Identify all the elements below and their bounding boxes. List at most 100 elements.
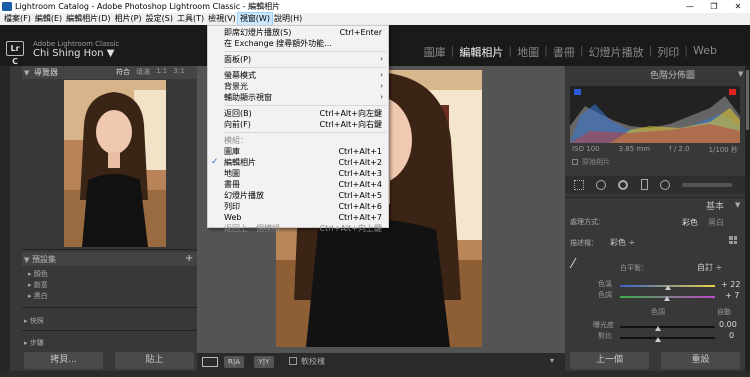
spot-removal-icon[interactable] bbox=[596, 180, 606, 190]
softproof-checkbox[interactable] bbox=[289, 357, 297, 365]
app-name: Adobe Lightroom Classic bbox=[33, 40, 120, 48]
treatment-label: 處理方式： bbox=[570, 218, 605, 226]
left-edge-strip[interactable] bbox=[0, 66, 10, 371]
menu-view[interactable]: 檢視(V) bbox=[206, 13, 238, 25]
temp-value[interactable]: + 22 bbox=[721, 280, 740, 289]
scrollbar-thumb[interactable] bbox=[746, 70, 749, 130]
treatment-bw[interactable]: 黑白 bbox=[708, 217, 724, 228]
menu-item-shortcut: Ctrl+Alt+向右鍵 bbox=[319, 120, 382, 129]
exposure-thumb[interactable] bbox=[655, 326, 661, 331]
clipping-shadow-icon[interactable] bbox=[574, 89, 581, 95]
zoom-fill[interactable]: 填滿 bbox=[136, 67, 150, 77]
window-menu-item[interactable]: 背景光 › bbox=[208, 81, 388, 92]
crop-tool-icon[interactable] bbox=[574, 180, 584, 190]
clipping-highlight-icon[interactable] bbox=[729, 89, 736, 95]
preset-group[interactable]: ▸ 黑白 bbox=[28, 291, 48, 301]
menu-item-label: Web bbox=[224, 213, 242, 222]
module-web[interactable]: Web bbox=[688, 44, 722, 60]
profile-select[interactable]: 彩色 ÷ bbox=[610, 237, 635, 248]
original-photo-checkbox[interactable] bbox=[572, 159, 578, 165]
module-slideshow[interactable]: 幻燈片播放 bbox=[584, 44, 649, 60]
window-menu-item[interactable]: 螢幕模式 › bbox=[208, 70, 388, 81]
collapse-icon[interactable]: ▼ bbox=[24, 256, 29, 264]
eyedropper-icon[interactable]: ⁄ bbox=[572, 257, 584, 273]
before-after-split-icon[interactable]: Y|Y bbox=[254, 356, 274, 368]
profile-browser-icon[interactable] bbox=[729, 236, 737, 244]
window-menu-item[interactable]: 圖庫 Ctrl+Alt+1 bbox=[208, 146, 388, 157]
exposure-track[interactable] bbox=[620, 326, 715, 328]
tint-thumb[interactable] bbox=[664, 296, 670, 301]
window-menu-item[interactable]: 在 Exchange 搜尋額外功能... bbox=[208, 38, 388, 49]
module-develop[interactable]: 編輯相片 bbox=[454, 44, 508, 60]
menu-item-shortcut: Ctrl+Alt+2 bbox=[338, 158, 382, 167]
graduated-filter-icon[interactable] bbox=[641, 179, 648, 190]
radial-filter-icon[interactable] bbox=[660, 180, 670, 190]
maximize-icon[interactable]: ❐ bbox=[702, 0, 726, 13]
menu-tools[interactable]: 工具(T) bbox=[175, 13, 206, 25]
menu-item-shortcut: Ctrl+Alt+向上鍵 bbox=[319, 224, 382, 233]
window-menu-item[interactable]: 返回(B) Ctrl+Alt+向左鍵 bbox=[208, 108, 388, 119]
lrc-logo: Lr C bbox=[6, 41, 24, 66]
window-menu-item[interactable]: 向前(F) Ctrl+Alt+向右鍵 bbox=[208, 119, 388, 130]
right-scrollbar[interactable] bbox=[745, 66, 750, 371]
navigator-preview[interactable] bbox=[64, 80, 166, 247]
auto-tone-button[interactable]: 自動 bbox=[717, 307, 731, 317]
copy-button[interactable]: 拷貝... bbox=[24, 352, 103, 369]
add-preset-icon[interactable]: + bbox=[185, 253, 193, 264]
close-icon[interactable]: ✕ bbox=[726, 0, 750, 13]
histogram-title[interactable]: 色階分佈圖 bbox=[650, 68, 695, 81]
contrast-track[interactable] bbox=[620, 337, 715, 339]
red-eye-icon[interactable] bbox=[618, 180, 628, 190]
tint-value[interactable]: + 7 bbox=[725, 291, 739, 300]
histogram[interactable] bbox=[570, 86, 740, 143]
window-menu-item[interactable]: Web Ctrl+Alt+7 bbox=[208, 212, 388, 223]
module-book[interactable]: 書冊 bbox=[548, 44, 580, 60]
zoom-fit[interactable]: 符合 bbox=[116, 67, 130, 77]
menu-edit[interactable]: 編輯(E) bbox=[33, 13, 64, 25]
module-library[interactable]: 圖庫 bbox=[419, 44, 451, 60]
menu-item-shortcut: Ctrl+Alt+向左鍵 bbox=[319, 109, 382, 118]
zoom-3-1[interactable]: 3:1 bbox=[173, 67, 184, 77]
menu-photo[interactable]: 相片(P) bbox=[113, 13, 144, 25]
before-after-icon[interactable]: R|A bbox=[224, 356, 244, 368]
exposure-value[interactable]: 0.00 bbox=[719, 320, 737, 329]
window-menu-item[interactable]: 地圖 Ctrl+Alt+3 bbox=[208, 168, 388, 179]
basic-title[interactable]: 基本 bbox=[706, 199, 724, 212]
window-menu-item[interactable]: 幻燈片播放 Ctrl+Alt+5 bbox=[208, 190, 388, 201]
paste-button[interactable]: 貼上 bbox=[115, 352, 194, 369]
contrast-thumb[interactable] bbox=[655, 337, 661, 342]
preset-group[interactable]: ▸ 創意 bbox=[28, 280, 48, 290]
reset-button[interactable]: 重設 bbox=[661, 352, 740, 369]
menu-develop[interactable]: 編輯相片(D) bbox=[64, 13, 112, 25]
history-header[interactable]: ▸ 步驟 bbox=[24, 338, 44, 348]
tint-label: 色調 bbox=[598, 291, 612, 299]
module-print[interactable]: 列印 bbox=[652, 44, 684, 60]
window-menu-item[interactable]: ✓ 編輯相片 Ctrl+Alt+2 bbox=[208, 157, 388, 168]
minimize-icon[interactable]: — bbox=[678, 0, 702, 13]
snapshots-header[interactable]: ▸ 快照 bbox=[24, 316, 44, 326]
preset-group[interactable]: ▸ 顏色 bbox=[28, 269, 48, 279]
zoom-1-1[interactable]: 1:1 bbox=[156, 67, 167, 77]
loupe-view-icon[interactable] bbox=[202, 357, 218, 367]
temp-thumb[interactable] bbox=[665, 285, 671, 290]
menu-file[interactable]: 檔案(F) bbox=[2, 13, 33, 25]
window-menu-item[interactable]: 面板(P) › bbox=[208, 54, 388, 65]
contrast-value[interactable]: 0 bbox=[729, 331, 734, 340]
window-menu-item[interactable]: 列印 Ctrl+Alt+6 bbox=[208, 201, 388, 212]
treatment-color[interactable]: 彩色 bbox=[682, 217, 698, 228]
wb-select[interactable]: 自訂 ÷ bbox=[697, 262, 722, 273]
previous-button[interactable]: 上一個 bbox=[570, 352, 649, 369]
menu-help[interactable]: 說明(H) bbox=[272, 13, 304, 25]
user-name[interactable]: Chi Shing Hon ▼ bbox=[33, 48, 114, 59]
collapse-icon[interactable]: ▼ bbox=[735, 201, 740, 209]
window-menu-item[interactable]: 輔助顯示視窗 › bbox=[208, 92, 388, 103]
window-menu-item[interactable]: 即席幻燈片播放(S) Ctrl+Enter bbox=[208, 27, 388, 38]
menu-window[interactable]: 視窗(W) bbox=[236, 12, 273, 26]
window-menu-item[interactable]: 書冊 Ctrl+Alt+4 bbox=[208, 179, 388, 190]
menu-settings[interactable]: 設定(S) bbox=[144, 13, 175, 25]
module-map[interactable]: 地圖 bbox=[512, 44, 544, 60]
adjustment-brush-icon[interactable] bbox=[682, 183, 732, 187]
collapse-icon[interactable]: ▼ bbox=[738, 70, 743, 78]
collapse-icon[interactable]: ▼ bbox=[24, 69, 29, 77]
toolbar-menu-icon[interactable]: ▾ bbox=[550, 356, 554, 365]
